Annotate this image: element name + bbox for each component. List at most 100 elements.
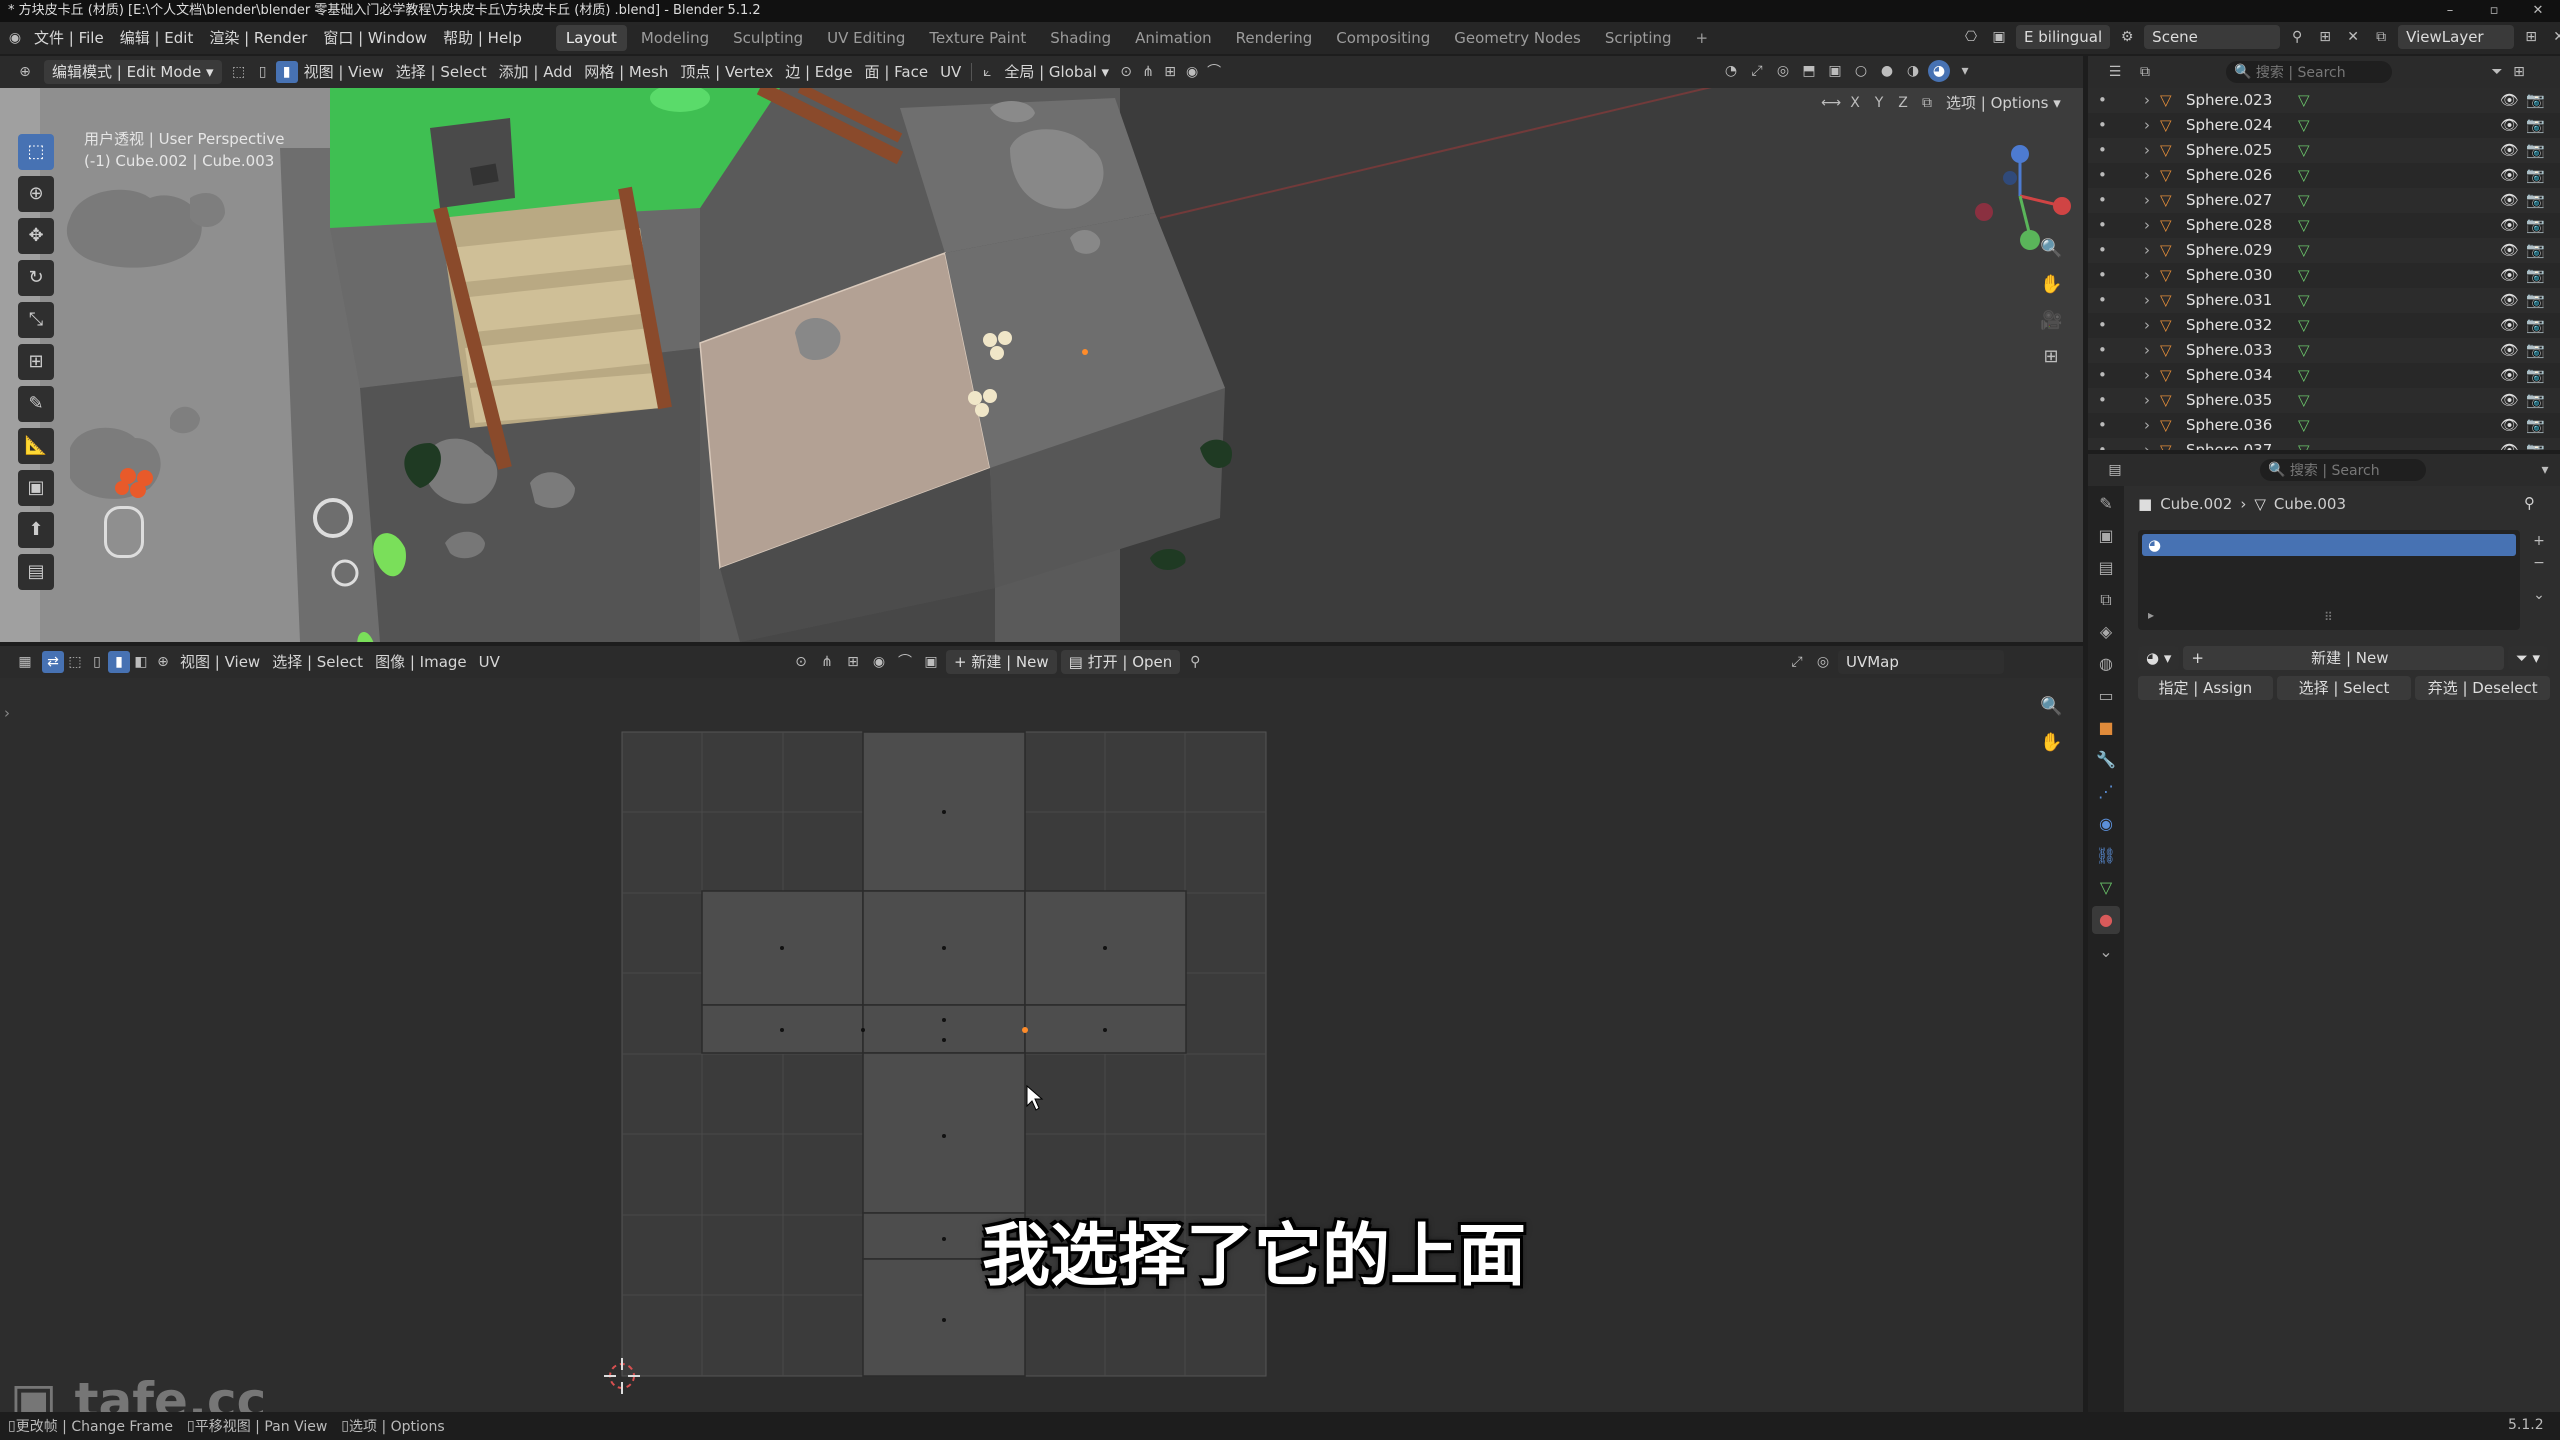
camera-render-icon[interactable]: 📷	[2526, 138, 2545, 163]
uv-snap-target-icon[interactable]: ⊞	[842, 651, 864, 673]
tab-shading[interactable]: Shading	[1040, 25, 1121, 51]
filter-icon[interactable]: ⏷	[2486, 61, 2508, 83]
orientation-selector[interactable]: 全局 | Global ▾	[998, 60, 1115, 84]
expand-arrow-icon[interactable]: ›	[2144, 138, 2150, 163]
outliner-item[interactable]: • › ▽ Sphere.024 ▽ 👁 📷	[2088, 113, 2560, 138]
vertex-select-icon[interactable]: ⬚	[228, 61, 250, 83]
view-layer-tab-icon[interactable]: ⧉	[2092, 586, 2120, 614]
uv-menu-uv[interactable]: UV	[473, 650, 506, 674]
uv-menu-image[interactable]: 图像 | Image	[369, 650, 473, 674]
tab-uv-editing[interactable]: UV Editing	[817, 25, 915, 51]
checkbox-dot-icon[interactable]: •	[2098, 88, 2107, 113]
expand-arrow-icon[interactable]: ›	[2144, 113, 2150, 138]
outliner-item[interactable]: • › ▽ Sphere.034 ▽ 👁 📷	[2088, 363, 2560, 388]
transform-tool[interactable]: ⊞	[18, 344, 54, 380]
world-tab-icon[interactable]: ◍	[2092, 650, 2120, 678]
gizmo-icon[interactable]: ⤢	[1746, 60, 1768, 82]
menu-file[interactable]: 文件 | File	[26, 25, 112, 51]
axis-z-toggle[interactable]: Z	[1892, 92, 1914, 114]
uv-edge-select-icon[interactable]: ▯	[86, 651, 108, 673]
uv-editor-type-icon[interactable]: ▦	[14, 651, 36, 673]
uv-island-select-icon[interactable]: ◧	[130, 651, 152, 673]
camera-render-icon[interactable]: 📷	[2526, 188, 2545, 213]
uv-snap-icon[interactable]: ⋔	[816, 651, 838, 673]
checkbox-dot-icon[interactable]: •	[2098, 163, 2107, 188]
constraints-tab-icon[interactable]: ⛓	[2092, 842, 2120, 870]
outliner-item[interactable]: • › ▽ Sphere.023 ▽ 👁 📷	[2088, 88, 2560, 113]
expand-arrow-icon[interactable]: ›	[2144, 238, 2150, 263]
new-image-button[interactable]: + 新建 | New	[946, 650, 1057, 674]
eye-icon[interactable]: 👁	[2500, 113, 2519, 138]
shading-rendered-icon[interactable]: ◕	[1928, 60, 1950, 82]
object-tab-icon[interactable]: ■	[2092, 714, 2120, 742]
eye-icon[interactable]: 👁	[2500, 438, 2519, 450]
new-collection-icon[interactable]: ⊞	[2508, 61, 2530, 83]
outliner-item[interactable]: • › ▽ Sphere.033 ▽ 👁 📷	[2088, 338, 2560, 363]
tab-sculpting[interactable]: Sculpting	[723, 25, 813, 51]
visibility-icon[interactable]: ◔	[1720, 60, 1742, 82]
assign-button[interactable]: 指定 | Assign	[2138, 676, 2273, 700]
uv-gizmo-icon[interactable]: ⤢	[1786, 651, 1808, 673]
zoom-icon[interactable]: 🔍	[2040, 238, 2062, 260]
camera-render-icon[interactable]: 📷	[2526, 213, 2545, 238]
outliner-search[interactable]: 🔍 搜索 | Search	[2226, 61, 2392, 83]
close-button[interactable]: ✕	[2516, 0, 2560, 22]
properties-editor-icon[interactable]: ▤	[2104, 459, 2126, 481]
camera-render-icon[interactable]: 📷	[2526, 113, 2545, 138]
pin-icon[interactable]: ⚲	[2286, 26, 2308, 48]
uv-menu-select[interactable]: 选择 | Select	[266, 650, 369, 674]
menu-window[interactable]: 窗口 | Window	[315, 25, 435, 51]
uvmap-selector[interactable]: UVMap	[1838, 650, 2004, 674]
select-button[interactable]: 选择 | Select	[2276, 676, 2412, 700]
xray-icon[interactable]: ▣	[1824, 60, 1846, 82]
select-box-tool[interactable]: ⬚	[18, 134, 54, 170]
camera-render-icon[interactable]: 📷	[2526, 363, 2545, 388]
checkbox-dot-icon[interactable]: •	[2098, 238, 2107, 263]
checkbox-dot-icon[interactable]: •	[2098, 338, 2107, 363]
modifier-tab-icon[interactable]: 🔧	[2092, 746, 2120, 774]
tab-compositing[interactable]: Compositing	[1326, 25, 1440, 51]
edge-select-icon[interactable]: ▯	[252, 61, 274, 83]
camera-render-icon[interactable]: 📷	[2526, 413, 2545, 438]
output-tab-icon[interactable]: ▤	[2092, 554, 2120, 582]
expand-arrow-icon[interactable]: ›	[2144, 213, 2150, 238]
add-slot-icon[interactable]: +	[2528, 530, 2550, 552]
expand-arrow-icon[interactable]: ›	[2144, 88, 2150, 113]
shading-solid-icon[interactable]: ●	[1876, 60, 1898, 82]
expand-arrow-icon[interactable]: ›	[2144, 313, 2150, 338]
browse-material-button[interactable]: ◕ ▾	[2138, 646, 2180, 670]
expand-arrow-icon[interactable]: ›	[2144, 263, 2150, 288]
camera-render-icon[interactable]: 📷	[2526, 388, 2545, 413]
checkbox-dot-icon[interactable]: •	[2098, 363, 2107, 388]
list-resize-icon[interactable]: ⠿	[2324, 610, 2333, 624]
new-material-button[interactable]: + 新建 | New	[2183, 646, 2504, 670]
camera-icon[interactable]: 🎥	[2040, 310, 2062, 332]
open-image-button[interactable]: ▤ 打开 | Open	[1060, 650, 1181, 674]
tool-tab-icon[interactable]: ✎	[2092, 490, 2120, 518]
uv-falloff-icon[interactable]: ⌒	[894, 651, 916, 673]
data-tab-icon[interactable]: ▽	[2092, 874, 2120, 902]
falloff-icon[interactable]: ⌒	[1203, 61, 1225, 83]
uv-editor[interactable]: 🔍 ✋ ›	[0, 678, 2083, 1412]
tab-texture-paint[interactable]: Texture Paint	[919, 25, 1036, 51]
expand-arrow-icon[interactable]: ›	[2144, 338, 2150, 363]
extrude-tool[interactable]: ⬆	[18, 512, 54, 548]
tab-rendering[interactable]: Rendering	[1226, 25, 1323, 51]
add-cube-tool[interactable]: ▣	[18, 470, 54, 506]
image-icon[interactable]: ▣	[1988, 26, 2010, 48]
minimize-button[interactable]: –	[2428, 0, 2472, 22]
outliner-item[interactable]: • › ▽ Sphere.037 ▽ 👁 📷	[2088, 438, 2560, 450]
eye-icon[interactable]: 👁	[2500, 413, 2519, 438]
outliner-item[interactable]: • › ▽ Sphere.028 ▽ 👁 📷	[2088, 213, 2560, 238]
checkbox-dot-icon[interactable]: •	[2098, 388, 2107, 413]
checkbox-dot-icon[interactable]: •	[2098, 263, 2107, 288]
pivot-icon[interactable]: ⊙	[1115, 61, 1137, 83]
menu-add[interactable]: 添加 | Add	[493, 60, 579, 84]
uv-proportional-icon[interactable]: ◉	[868, 651, 890, 673]
inset-tool[interactable]: ▤	[18, 554, 54, 590]
tab-layout[interactable]: Layout	[555, 25, 627, 51]
menu-edge[interactable]: 边 | Edge	[779, 60, 858, 84]
uv-hand-pan-icon[interactable]: ✋	[2040, 732, 2062, 754]
tabs-more-icon[interactable]: ⌄	[2092, 938, 2120, 966]
scene-selector[interactable]: Scene	[2144, 25, 2281, 49]
